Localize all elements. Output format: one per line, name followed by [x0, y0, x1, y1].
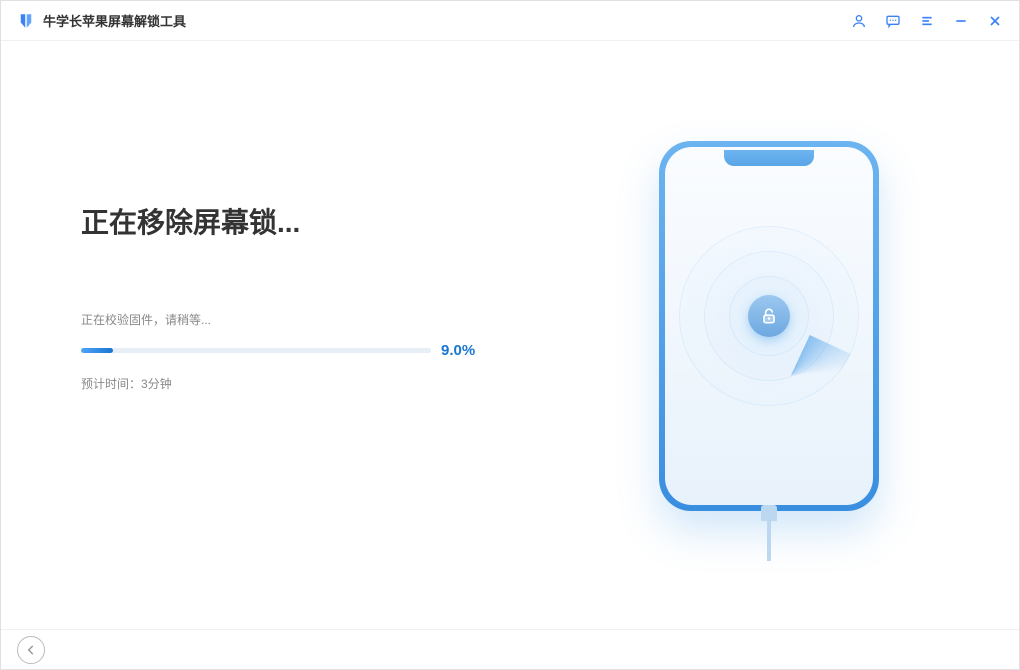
phone-notch [724, 150, 814, 166]
eta-label: 预计时间： [81, 377, 141, 391]
cable-plug [761, 505, 777, 521]
radar-container [679, 226, 859, 406]
bottom-bar [1, 629, 1019, 669]
app-title: 牛学长苹果屏幕解锁工具 [43, 11, 186, 30]
app-window: 牛学长苹果屏幕解锁工具 [0, 0, 1020, 670]
phone-frame [659, 141, 879, 511]
main-heading: 正在移除屏幕锁... [81, 201, 579, 241]
user-icon[interactable] [851, 13, 867, 29]
progress-row: 9.0% [81, 342, 579, 359]
right-panel [579, 101, 959, 629]
feedback-icon[interactable] [885, 13, 901, 29]
left-panel: 正在移除屏幕锁... 正在校验固件，请稍等... 9.0% 预计时间：3分钟 [61, 101, 579, 629]
titlebar-right [851, 13, 1003, 29]
progress-fill [81, 348, 113, 353]
progress-percentage: 9.0% [441, 342, 475, 359]
phone-illustration [639, 141, 899, 561]
menu-icon[interactable] [919, 13, 935, 29]
eta-value: 3分钟 [141, 377, 172, 391]
back-button[interactable] [17, 636, 45, 664]
progress-bar [81, 348, 431, 353]
app-logo-icon [17, 12, 35, 30]
lock-icon [748, 295, 790, 337]
titlebar-left: 牛学长苹果屏幕解锁工具 [17, 11, 186, 30]
eta-row: 预计时间：3分钟 [81, 375, 579, 392]
close-icon[interactable] [987, 13, 1003, 29]
titlebar: 牛学长苹果屏幕解锁工具 [1, 1, 1019, 41]
phone-screen [665, 147, 873, 505]
status-text: 正在校验固件，请稍等... [81, 311, 579, 328]
cable-wire [767, 521, 771, 561]
content: 正在移除屏幕锁... 正在校验固件，请稍等... 9.0% 预计时间：3分钟 [1, 41, 1019, 629]
phone-cable [759, 505, 779, 555]
minimize-icon[interactable] [953, 13, 969, 29]
